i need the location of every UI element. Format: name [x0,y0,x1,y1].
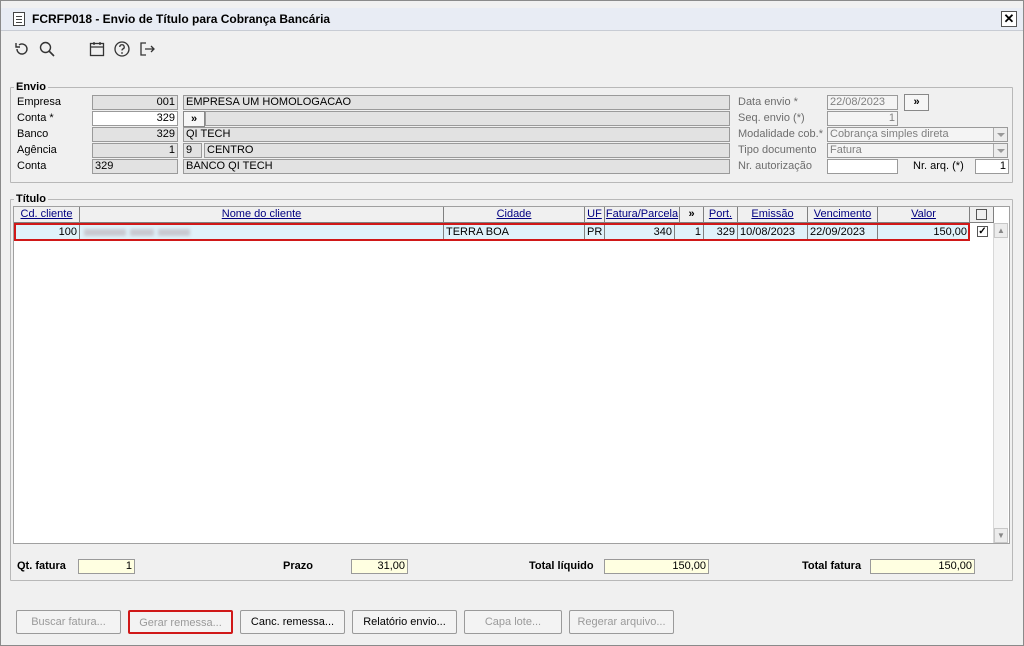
tipo-doc-select[interactable]: Fatura [827,143,1008,158]
exit-icon[interactable] [138,40,156,58]
envio-legend: Envio [16,81,46,93]
chevron-down-icon [993,144,1007,157]
tipo-doc-value: Fatura [830,144,862,156]
col-uf[interactable]: UF [585,207,605,223]
total-liquido-label: Total líquido [529,560,594,572]
total-liquido-field: 150,00 [604,559,709,574]
nr-autorizacao-label: Nr. autorização [738,160,812,172]
seq-envio-field: 1 [827,111,898,126]
conta-desc-field [205,111,730,126]
prazo-field: 31,00 [351,559,408,574]
empresa-name-field: EMPRESA UM HOMOLOGACAO [183,95,730,110]
grid-header: Cd. cliente Nome do cliente Cidade UF Fa… [14,207,1011,223]
row-checkbox[interactable]: ✓ [977,226,988,237]
data-envio-field: 22/08/2023 [827,95,898,110]
modalidade-select[interactable]: Cobrança simples direta [827,127,1008,142]
toolbar [1,32,1023,64]
main-window: FCRFP018 - Envio de Título para Cobrança… [0,0,1024,646]
refresh-icon[interactable] [13,40,31,58]
empresa-label: Empresa [17,96,62,108]
data-envio-label: Data envio * [738,96,798,108]
titulo-legend: Título [16,193,46,205]
total-fatura-label: Total fatura [802,560,862,572]
banco-label: Banco [17,128,49,140]
title-bar: FCRFP018 - Envio de Título para Cobrança… [1,8,1023,31]
help-icon[interactable] [113,40,131,58]
vertical-scrollbar[interactable]: ▲ ▼ [993,223,1008,543]
conta2-name-field: BANCO QI TECH [183,159,730,174]
canc-remessa-button[interactable]: Canc. remessa... [240,610,345,634]
agencia-name-field: CENTRO [204,143,730,158]
prazo-label: Prazo [283,560,313,572]
agencia-digit-field: 9 [183,143,202,158]
conta2-label: Conta [17,160,47,172]
modalidade-label: Modalidade cob.* [738,128,824,140]
relatorio-envio-button[interactable]: Relatório envio... [352,610,457,634]
banco-name-field: QI TECH [183,127,730,142]
agencia-label: Agência [17,144,57,156]
agencia-code-field: 1 [92,143,178,158]
conta2-code-field: 329 [92,159,178,174]
col-vencimento[interactable]: Vencimento [808,207,878,223]
qt-fatura-label: Qt. fatura [17,560,66,572]
titulo-grid: Cd. cliente Nome do cliente Cidade UF Fa… [13,206,1010,544]
scroll-up-icon[interactable]: ▲ [994,223,1008,238]
regerar-arquivo-button[interactable]: Regerar arquivo... [569,610,674,634]
banco-code-field: 329 [92,127,178,142]
empresa-code-field: 001 [92,95,178,110]
col-valor[interactable]: Valor [878,207,970,223]
col-select-all[interactable] [970,207,994,223]
col-cd-cliente[interactable]: Cd. cliente [14,207,80,223]
col-port[interactable]: Port. [704,207,738,223]
window-title: FCRFP018 - Envio de Título para Cobrança… [32,12,331,26]
app-icon [13,12,25,26]
modalidade-value: Cobrança simples direta [830,128,949,140]
nr-arq-label: Nr. arq. (*) [913,160,964,172]
conta-lookup-button[interactable]: » [183,111,205,127]
search-icon[interactable] [38,40,56,58]
seq-envio-label: Seq. envio (*) [738,112,805,124]
tipo-doc-label: Tipo documento [738,144,817,156]
conta-input[interactable]: 329 [92,111,178,126]
highlight-row-box [14,223,970,241]
col-cidade[interactable]: Cidade [444,207,585,223]
col-expand[interactable]: » [680,207,704,223]
capa-lote-button[interactable]: Capa lote... [464,610,562,634]
qt-fatura-field: 1 [78,559,135,574]
chevron-down-icon [993,128,1007,141]
scroll-down-icon[interactable]: ▼ [994,528,1008,543]
total-fatura-field: 150,00 [870,559,975,574]
conta-label: Conta * [17,112,54,124]
nr-arq-input[interactable]: 1 [975,159,1009,174]
buscar-fatura-button[interactable]: Buscar fatura... [16,610,121,634]
gerar-remessa-button[interactable]: Gerar remessa... [128,610,233,634]
col-nome-cliente[interactable]: Nome do cliente [80,207,444,223]
data-envio-button[interactable]: » [904,94,929,111]
select-all-checkbox[interactable] [976,209,987,220]
calendar-icon[interactable] [88,40,106,58]
nr-autorizacao-input[interactable] [827,159,898,174]
col-fatura-parcela[interactable]: Fatura/Parcela [605,207,680,223]
close-button[interactable]: ✕ [1001,11,1017,27]
col-emissao[interactable]: Emissão [738,207,808,223]
